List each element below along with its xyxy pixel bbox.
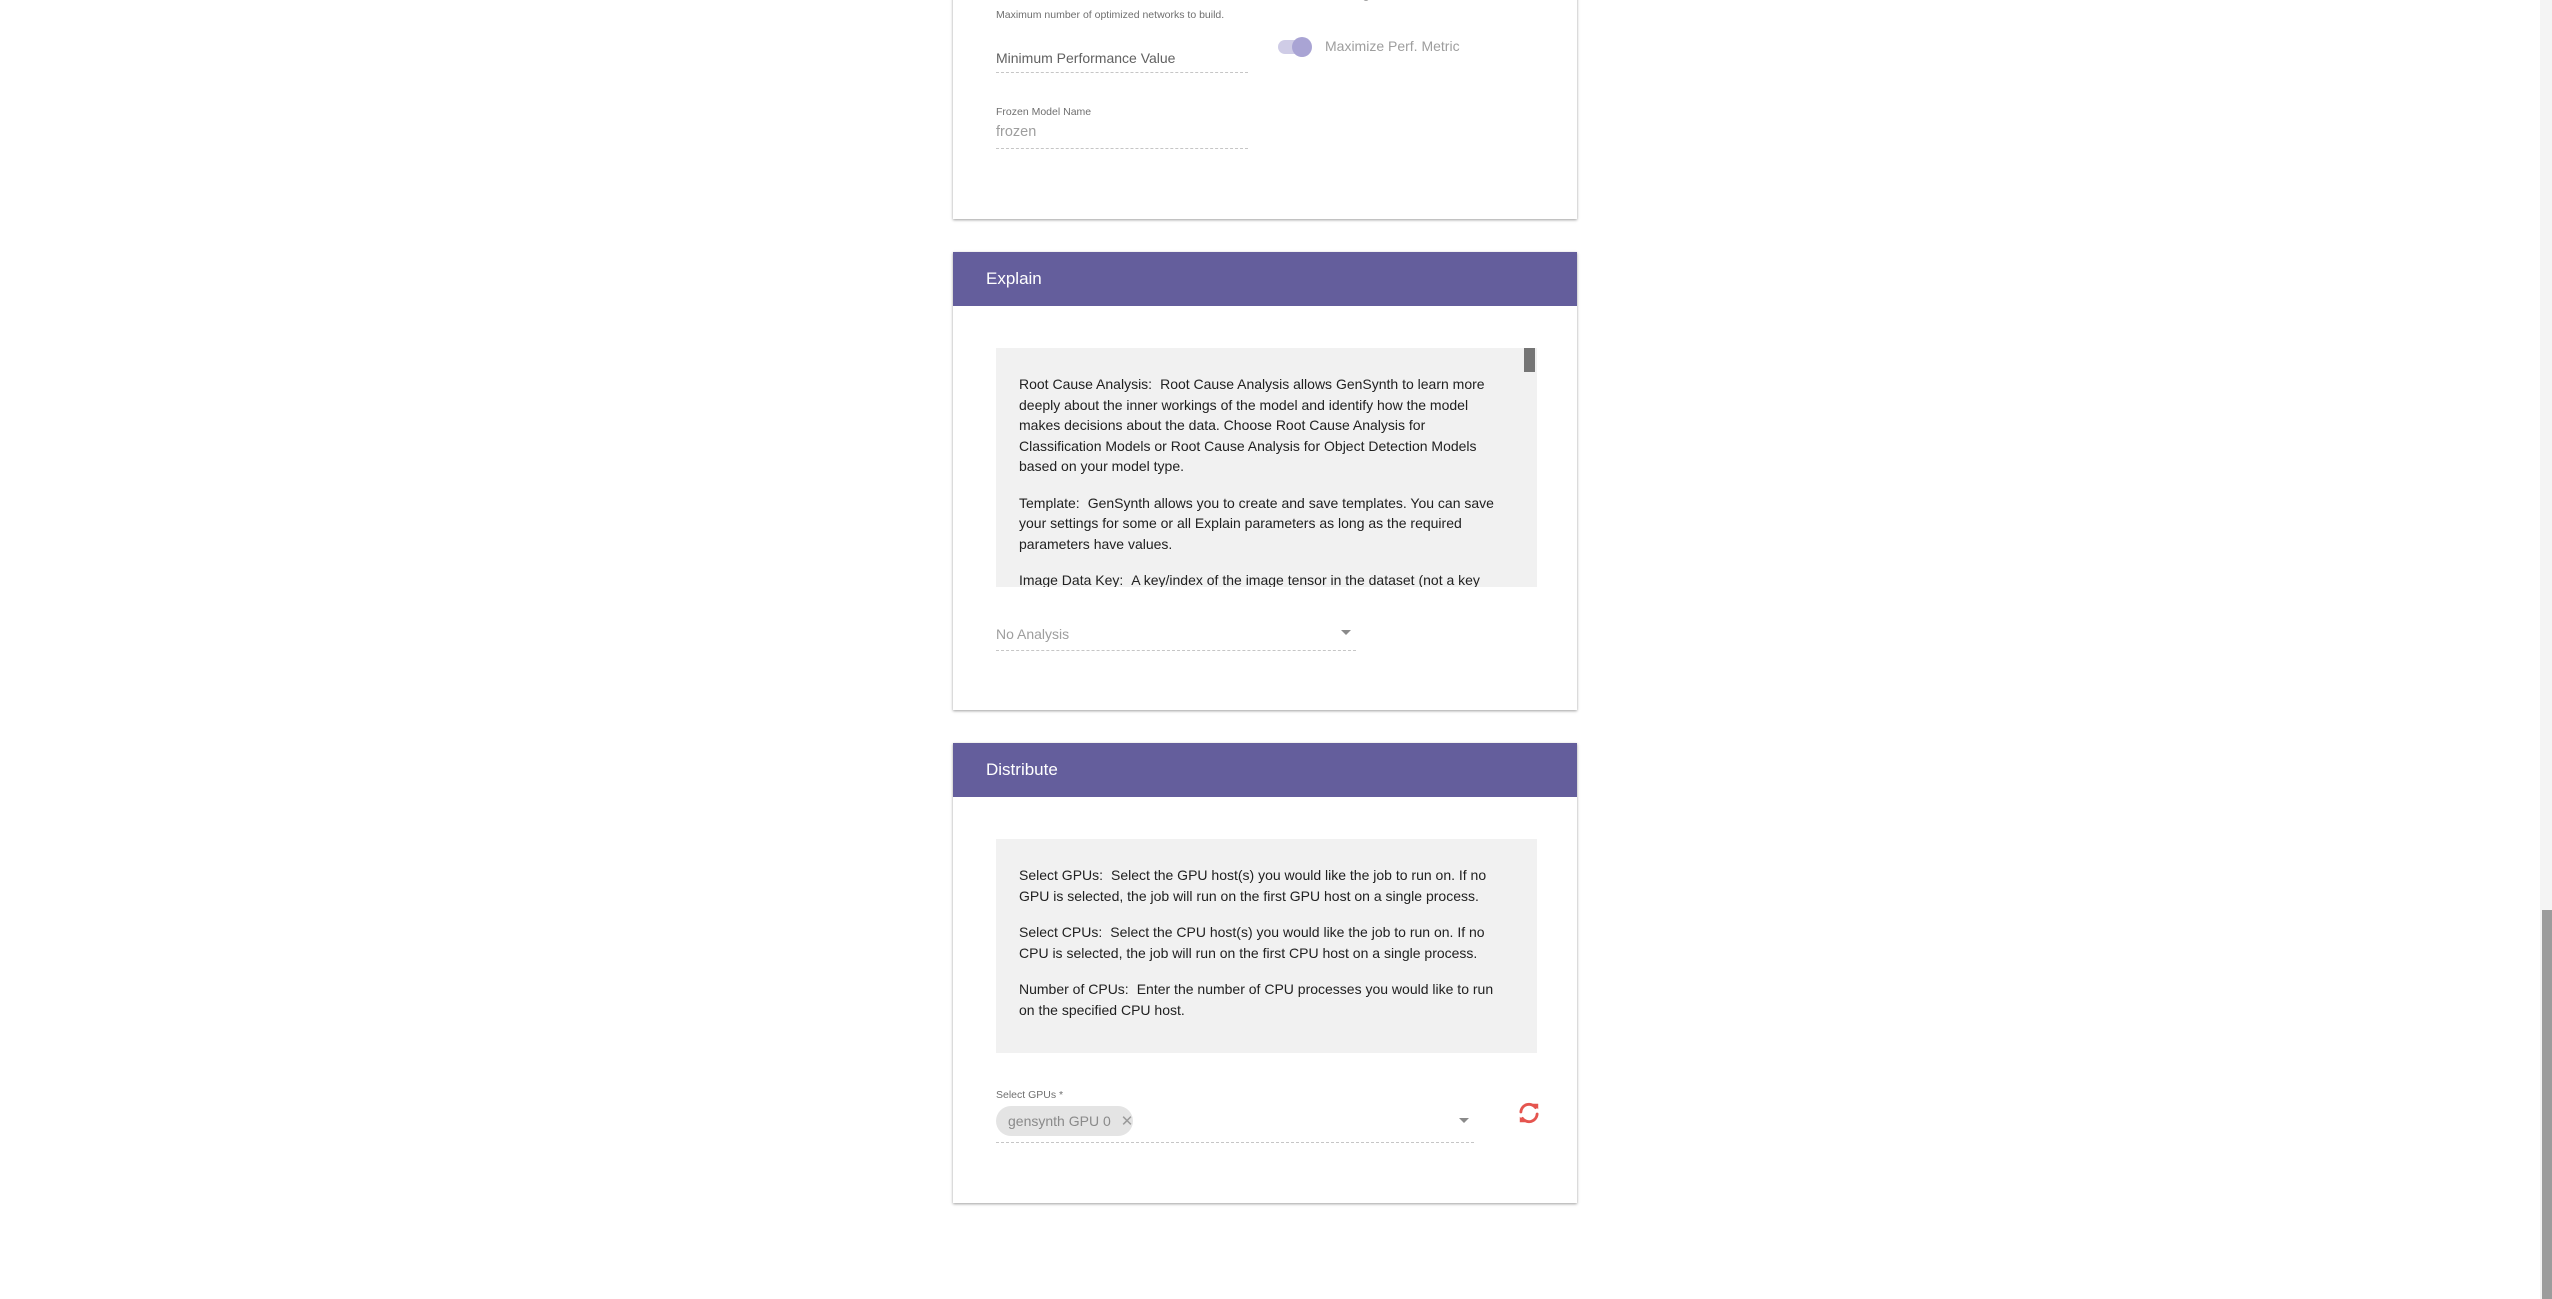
chevron-down-icon[interactable]	[1459, 1118, 1469, 1123]
explain-card: Explain Root Cause Analysis: Root Cause A…	[953, 252, 1577, 710]
distribute-title: Distribute	[986, 760, 1058, 779]
maximize-perf-toggle-knob[interactable]	[1292, 37, 1312, 57]
help-image-data-key: Image Data Key: A key/index of the image …	[1019, 572, 1480, 587]
distribute-header: Distribute	[953, 743, 1577, 797]
select-gpus-underline	[996, 1142, 1474, 1143]
explain-title: Explain	[986, 269, 1042, 288]
close-icon[interactable]: ✕	[1121, 1112, 1134, 1130]
gpu-chip-label: gensynth GPU 0	[1008, 1113, 1111, 1129]
help-number-cpus: Number of CPUs: Enter the number of CPU p…	[1019, 981, 1494, 1018]
analysis-select-underline	[996, 650, 1356, 651]
refresh-icon[interactable]	[1516, 1100, 1542, 1126]
distribute-help-box: Select GPUs: Select the GPU host(s) you w…	[996, 839, 1537, 1053]
help-select-cpus: Select CPUs: Select the CPU host(s) you w…	[1019, 924, 1485, 961]
distribute-card: Distribute Select GPUs: Select the GPU ho…	[953, 743, 1577, 1203]
analysis-select[interactable]: No Analysis	[996, 626, 1069, 642]
maximize-perf-label: Maximize Perf. Metric	[1325, 38, 1460, 54]
select-gpus-label: Select GPUs *	[996, 1089, 1064, 1101]
frozen-model-underline	[996, 148, 1248, 149]
slider-thumb[interactable]	[1363, 0, 1369, 1]
help-template: Template: GenSynth allows you to create a…	[1019, 494, 1494, 552]
explain-header: Explain	[953, 252, 1577, 306]
frozen-model-label: Frozen Model Name	[996, 106, 1092, 118]
help-root-cause: Root Cause Analysis: Root Cause Analysis …	[1019, 376, 1485, 474]
max-networks-help: Maximum number of optimized networks to …	[996, 9, 1225, 21]
chevron-down-icon[interactable]	[1341, 630, 1351, 635]
min-performance-input[interactable]: Minimum Performance Value	[996, 50, 1175, 66]
gpu-chip[interactable]: gensynth GPU 0 ✕	[996, 1106, 1134, 1136]
training-settings-card: Maximum number of optimized networks to …	[953, 0, 1577, 219]
min-performance-underline	[996, 72, 1248, 73]
page-scrollbar-thumb[interactable]	[2542, 910, 2552, 1299]
explain-help-scrollbar[interactable]	[1524, 348, 1535, 372]
explain-help-box: Root Cause Analysis: Root Cause Analysis …	[996, 348, 1537, 587]
help-select-gpus: Select GPUs: Select the GPU host(s) you w…	[1019, 867, 1487, 904]
frozen-model-input[interactable]: frozen	[996, 124, 1036, 140]
